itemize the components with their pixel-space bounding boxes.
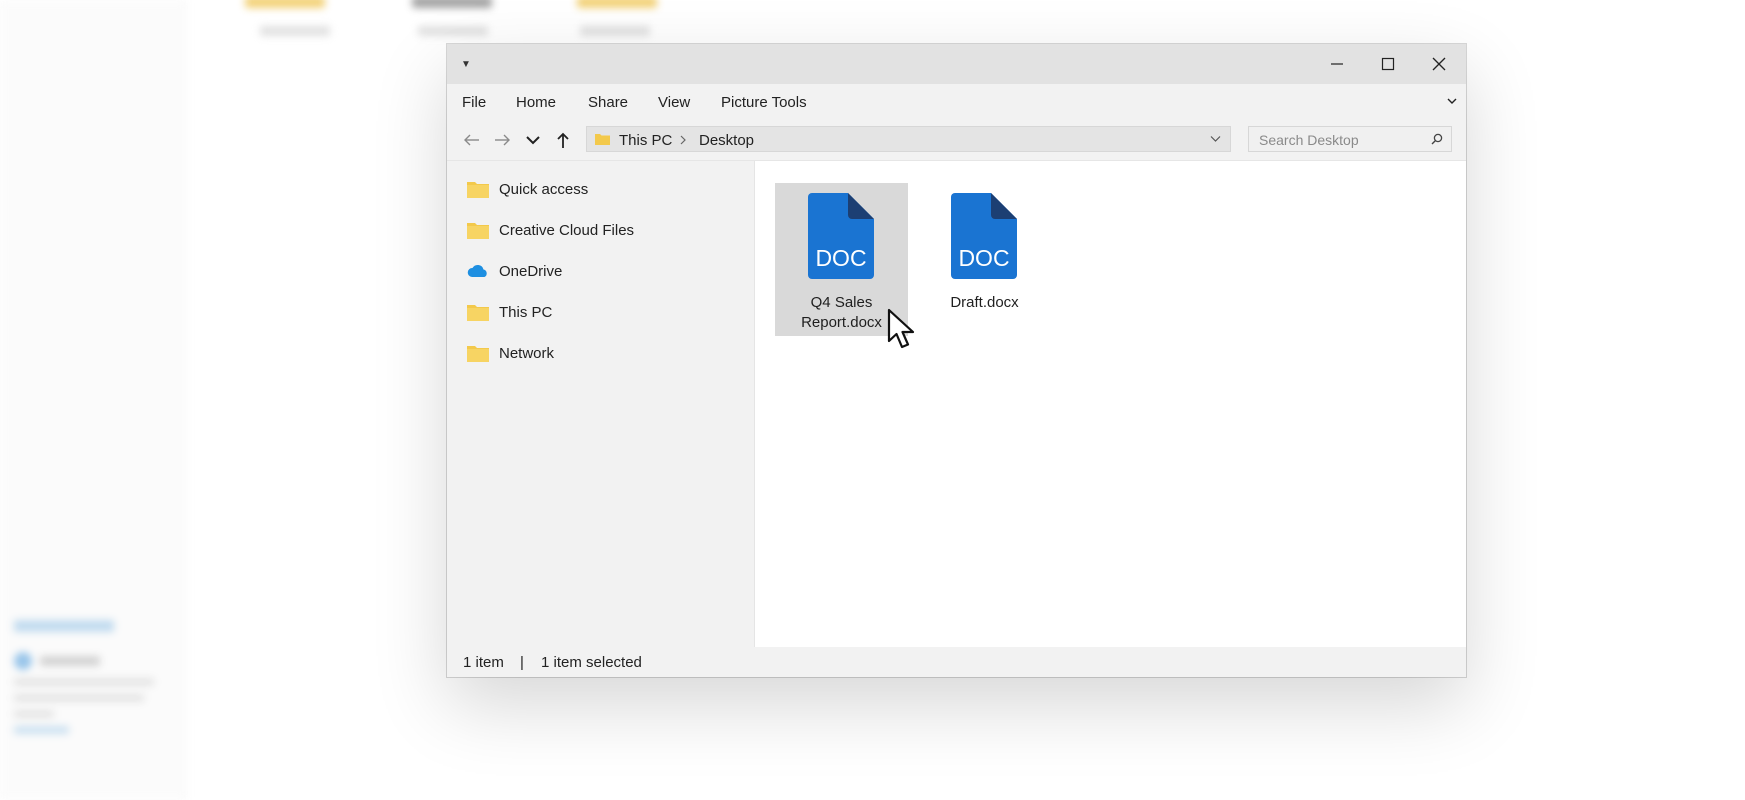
search-icon[interactable] — [1431, 133, 1443, 145]
folder-icon — [467, 223, 489, 239]
search-input[interactable]: Search Desktop — [1248, 126, 1452, 152]
sidebar-item-label: Network — [499, 344, 555, 362]
ribbon-menu-bar: File Home Share View Picture Tools — [447, 84, 1466, 120]
background-line — [14, 678, 154, 686]
sidebar-item-this-pc[interactable]: This PC — [467, 300, 552, 324]
folder-icon — [467, 346, 489, 362]
sidebar-item-label: Quick access — [499, 180, 589, 198]
navigation-row: This PC Desktop Search Desktop — [447, 120, 1466, 161]
sidebar-item-network[interactable]: Network — [467, 341, 554, 365]
menu-share[interactable]: Share — [588, 94, 628, 111]
folder-icon — [467, 305, 489, 321]
title-bar: ▼ — [447, 44, 1466, 84]
address-bar[interactable]: This PC Desktop — [586, 126, 1231, 152]
quick-access-dropdown-icon[interactable]: ▼ — [461, 59, 471, 70]
background-link — [14, 620, 114, 632]
background-line — [14, 710, 54, 718]
breadcrumb-desktop[interactable]: Desktop — [699, 132, 754, 149]
recent-locations-button[interactable] — [521, 128, 545, 152]
word-document-icon: DOC — [951, 193, 1017, 279]
background-line — [40, 656, 100, 666]
selection-count: 1 item selected — [541, 654, 642, 671]
background-badge — [14, 652, 32, 670]
maximize-icon — [1381, 57, 1395, 71]
breadcrumb-this-pc[interactable]: This PC — [619, 132, 672, 149]
sidebar-item-quick-access[interactable]: Quick access — [467, 177, 588, 201]
minimize-button[interactable] — [1314, 48, 1360, 80]
background-line — [14, 726, 69, 734]
arrow-up-icon — [557, 132, 569, 148]
chevron-right-icon — [680, 135, 686, 145]
background-card-header — [14, 652, 164, 670]
background-folder-tile — [245, 0, 325, 8]
background-file-tile — [412, 0, 492, 8]
expand-ribbon-button[interactable] — [1446, 94, 1458, 112]
address-dropdown-icon[interactable] — [1210, 135, 1221, 143]
folder-icon — [595, 134, 610, 145]
status-separator: | — [520, 654, 524, 671]
sidebar-item-onedrive[interactable]: OneDrive — [467, 259, 562, 283]
folder-icon — [467, 182, 489, 198]
background-caption — [260, 26, 330, 36]
background-card — [14, 620, 164, 742]
file-item-draft[interactable]: DOC Draft.docx — [918, 183, 1051, 336]
sidebar-item-label: Creative Cloud Files — [499, 221, 635, 239]
sidebar-item-creative-cloud-files[interactable]: Creative Cloud Files — [467, 218, 634, 242]
menu-file[interactable]: File — [462, 94, 486, 111]
arrow-right-icon — [495, 134, 510, 146]
file-list-view: DOC Q4 Sales Report.docx DOC Draft.docx — [755, 161, 1466, 647]
minimize-icon — [1331, 63, 1343, 65]
doc-badge: DOC — [958, 245, 1009, 271]
search-placeholder: Search Desktop — [1259, 132, 1359, 148]
close-icon — [1432, 57, 1446, 71]
background-folder-tile — [577, 0, 657, 8]
menu-home[interactable]: Home — [516, 94, 556, 111]
navigation-pane: Quick access Creative Cloud Files OneDri… — [447, 161, 755, 647]
file-name-line: Draft.docx — [950, 294, 1019, 311]
chevron-down-icon — [1447, 98, 1457, 104]
file-explorer-window: ▼ File Home Share View Picture Tools Thi… — [447, 44, 1466, 677]
up-button[interactable] — [551, 128, 575, 152]
background-line — [14, 694, 144, 702]
menu-view[interactable]: View — [658, 94, 690, 111]
menu-picture-tools[interactable]: Picture Tools — [721, 94, 807, 111]
sidebar-item-label: OneDrive — [499, 262, 563, 280]
maximize-button[interactable] — [1365, 48, 1411, 80]
background-caption — [418, 26, 488, 36]
file-name: Draft.docx — [918, 293, 1051, 313]
cloud-icon — [467, 265, 487, 277]
arrow-left-icon — [464, 134, 479, 146]
word-document-icon: DOC — [808, 193, 874, 279]
back-button[interactable] — [460, 128, 484, 152]
mouse-cursor-icon — [887, 308, 915, 349]
chevron-down-icon — [526, 136, 540, 145]
item-count: 1 item — [463, 654, 504, 671]
background-caption — [580, 26, 650, 36]
status-bar: 1 item | 1 item selected — [447, 647, 1466, 677]
doc-badge: DOC — [815, 245, 866, 271]
forward-button[interactable] — [490, 128, 514, 152]
close-button[interactable] — [1416, 48, 1462, 80]
sidebar-item-label: This PC — [499, 303, 553, 321]
